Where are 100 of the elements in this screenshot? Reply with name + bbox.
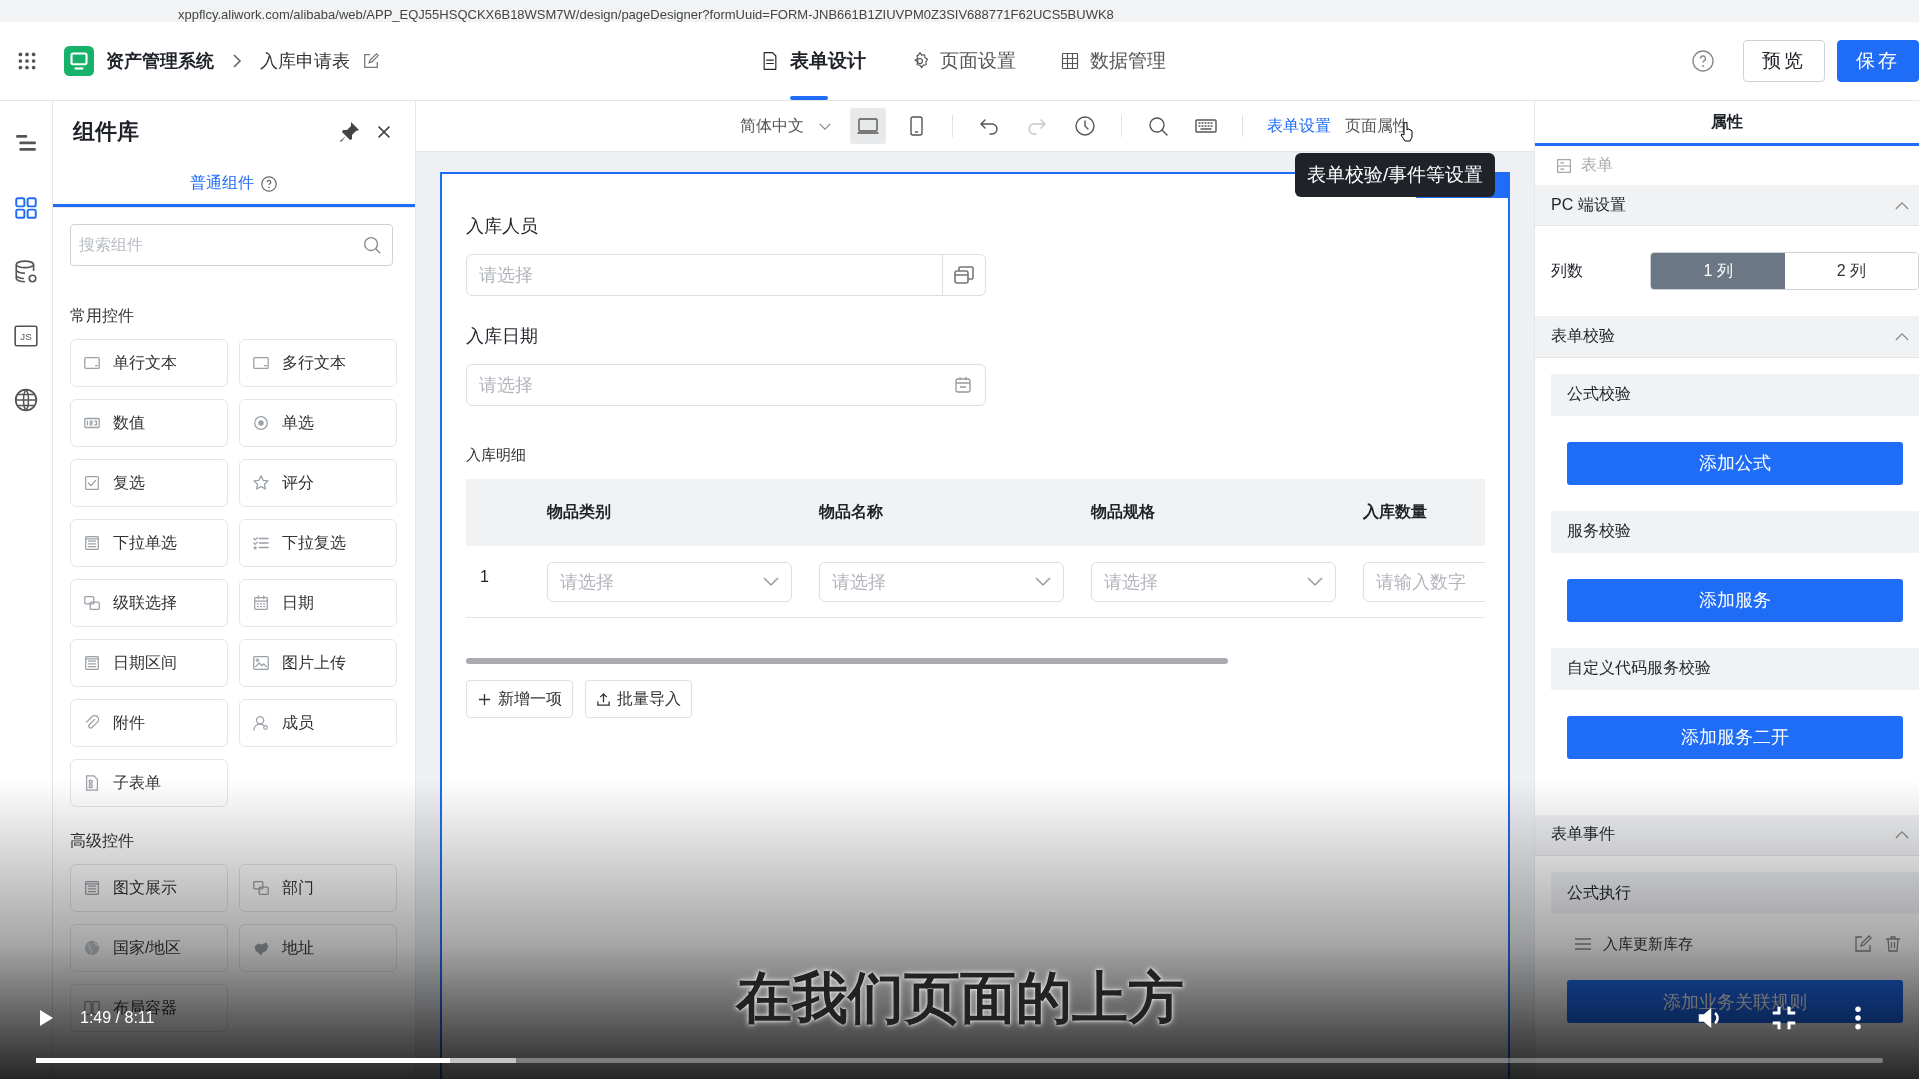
component-item[interactable]: 国家/地区 xyxy=(70,924,228,972)
section-header[interactable]: PC 端设置 xyxy=(1535,184,1919,227)
preview-button[interactable]: 预览 xyxy=(1743,40,1825,82)
column-header: 入库数量 xyxy=(1363,502,1428,522)
component-item[interactable]: 数值 xyxy=(70,399,228,447)
calendar-icon[interactable] xyxy=(953,375,973,395)
section-title: 表单事件 xyxy=(1551,824,1616,845)
add-button[interactable]: 添加服务二开 xyxy=(1567,715,1903,759)
component-item[interactable]: 部门 xyxy=(239,864,397,912)
help-icon[interactable] xyxy=(260,174,278,193)
component-item[interactable]: 单选 xyxy=(239,399,397,447)
panel-tab[interactable]: 普通组件 xyxy=(53,165,415,207)
import-button[interactable]: 批量导入 xyxy=(585,680,692,718)
subsection-header: 公式校验 xyxy=(1551,373,1919,416)
component-item[interactable]: 日期区间 xyxy=(70,639,228,687)
apps-grid-icon[interactable] xyxy=(16,50,38,72)
upload-icon xyxy=(596,691,611,707)
component-item[interactable]: 日期 xyxy=(239,579,397,627)
desktop-icon[interactable] xyxy=(850,108,886,144)
help-icon[interactable] xyxy=(1691,49,1715,73)
section-title: PC 端设置 xyxy=(1551,194,1627,215)
component-item[interactable]: 子表单 xyxy=(70,759,228,807)
properties-tab[interactable]: 属性 xyxy=(1535,101,1919,147)
rule-name: 入库更新库存 xyxy=(1603,934,1694,954)
url-text[interactable]: xppflcy.aliwork.com/alibaba/web/APP_EQJ55HSQCKX6B18WSM7W/design/pageDesigner?formUuid=FORM-JNB661B1ZIUVPM0Z3SIV688771F62UCS5BUWK8 xyxy=(178,8,1114,22)
add-row-button[interactable]: 新增一项 xyxy=(466,680,573,718)
globe-icon[interactable] xyxy=(13,387,39,413)
breadcrumb-chevron-icon xyxy=(232,53,242,69)
component-item[interactable]: 多行文本 xyxy=(239,339,397,387)
search-icon[interactable] xyxy=(361,234,383,256)
image-icon xyxy=(252,654,270,672)
js-icon[interactable]: JS xyxy=(13,323,39,349)
edit-icon[interactable] xyxy=(362,52,380,70)
form-icon xyxy=(1555,156,1573,175)
setting-label: 列数 xyxy=(1551,260,1584,281)
column-header: 物品名称 xyxy=(819,502,884,522)
panel-title: 组件库 xyxy=(73,118,140,146)
column-header: 物品类别 xyxy=(547,502,612,522)
header-tab[interactable]: 数据管理 xyxy=(1056,22,1170,100)
toolbar-tab[interactable]: 表单设置 xyxy=(1267,115,1331,137)
add-button[interactable]: 添加服务 xyxy=(1567,578,1903,622)
checkbox-icon xyxy=(83,474,101,492)
page-name[interactable]: 入库申请表 xyxy=(260,49,350,73)
close-icon[interactable] xyxy=(375,123,393,141)
chevron-down-icon xyxy=(818,121,832,131)
header-tab[interactable]: 表单设计 xyxy=(756,22,870,100)
chevron-down-icon xyxy=(1035,576,1051,587)
components-grid-icon[interactable] xyxy=(13,195,39,221)
component-item[interactable]: 图文展示 xyxy=(70,864,228,912)
tooltip: 表单校验/事件等设置 xyxy=(1295,153,1496,197)
component-item[interactable]: 评分 xyxy=(239,459,397,507)
chevron-down-icon xyxy=(763,576,779,587)
chevron-up-icon[interactable] xyxy=(1895,331,1909,341)
add-button[interactable]: 添加公式 xyxy=(1567,441,1903,485)
component-item[interactable]: 下拉复选 xyxy=(239,519,397,567)
chevron-up-icon[interactable] xyxy=(1895,830,1909,840)
subsection-header: 服务校验 xyxy=(1551,510,1919,553)
app-name[interactable]: 资产管理系统 xyxy=(106,49,214,73)
subtitle-text: 在我们页面的上方 xyxy=(735,965,1184,1031)
component-item[interactable]: 下拉单选 xyxy=(70,519,228,567)
trash-icon[interactable] xyxy=(1883,934,1903,954)
group-title: 常用控件 xyxy=(70,306,135,326)
section-header[interactable]: 表单事件 xyxy=(1535,814,1919,856)
list-icon xyxy=(83,534,101,552)
cards-icon[interactable] xyxy=(952,263,976,287)
column-header: 物品规格 xyxy=(1091,502,1156,522)
component-item[interactable]: 成员 xyxy=(239,699,397,747)
subtable-title: 入库明细 xyxy=(466,446,527,465)
list-icon xyxy=(83,654,101,672)
list-icon xyxy=(83,879,101,897)
component-item[interactable]: 地址 xyxy=(239,924,397,972)
component-item[interactable]: 复选 xyxy=(70,459,228,507)
checklist-icon xyxy=(252,534,270,552)
chevron-down-icon xyxy=(1307,576,1323,587)
save-button[interactable]: 保存 xyxy=(1837,40,1919,82)
video-progress-track[interactable] xyxy=(36,1058,1883,1063)
group-title: 高级控件 xyxy=(70,831,135,851)
chevron-up-icon[interactable] xyxy=(1895,200,1909,210)
field-label: 入库人员 xyxy=(466,215,539,238)
search-field[interactable]: 搜索组件 xyxy=(70,224,393,266)
section-title: 表单校验 xyxy=(1551,325,1616,346)
row-number: 1 xyxy=(479,567,490,586)
component-item[interactable]: 附件 xyxy=(70,699,228,747)
language-select[interactable]: 简体中文 xyxy=(740,115,832,137)
scrollbar[interactable] xyxy=(466,658,1228,664)
app-logo-icon xyxy=(64,46,94,76)
plus-icon xyxy=(477,691,492,707)
component-item[interactable]: 单行文本 xyxy=(70,339,228,387)
subsection-header: 公式执行 xyxy=(1551,872,1919,914)
section-header[interactable]: 表单校验 xyxy=(1535,316,1919,358)
component-item[interactable]: 级联选择 xyxy=(70,579,228,627)
component-item[interactable]: 图片上传 xyxy=(239,639,397,687)
clip-icon xyxy=(83,714,101,732)
radio-icon xyxy=(252,414,270,432)
column-option[interactable]: 1 列 xyxy=(1651,253,1785,290)
edit-icon[interactable] xyxy=(1853,934,1873,954)
database-icon[interactable] xyxy=(13,259,39,285)
header-tab[interactable]: 页面设置 xyxy=(906,22,1020,100)
breadcrumb-text: 表单 xyxy=(1581,155,1613,176)
subsection-header: 自定义代码服务校验 xyxy=(1551,647,1919,690)
